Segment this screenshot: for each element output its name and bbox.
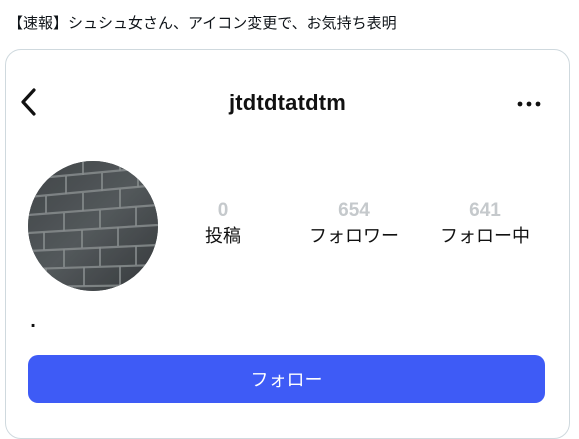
tweet-text: 【速報】シュシュ女さん、アイコン変更で、お気持ち表明 xyxy=(8,14,397,32)
following-count: 641 xyxy=(469,200,501,221)
followers-stat[interactable]: 654 フォロワー xyxy=(289,200,419,251)
follow-button[interactable]: フォロー xyxy=(28,355,545,403)
following-label: フォロー中 xyxy=(440,226,530,247)
posts-stat[interactable]: 0 投稿 xyxy=(158,200,288,251)
followers-label: フォロワー xyxy=(309,226,399,247)
followers-count: 654 xyxy=(338,200,370,221)
following-stat[interactable]: 641 フォロー中 xyxy=(420,200,550,251)
more-horizontal-icon xyxy=(517,101,541,107)
profile-bio: . xyxy=(30,312,37,331)
profile-username: jtdtdtatdtm xyxy=(228,90,347,115)
profile-card: jtdtdtatdtm 0 投稿 654 フォロワー 641 フォロー中 . フ… xyxy=(5,49,570,439)
avatar[interactable] xyxy=(28,161,158,291)
posts-label: 投稿 xyxy=(205,226,241,247)
brick-wall-avatar-image xyxy=(28,161,158,291)
posts-count: 0 xyxy=(217,200,229,221)
more-options-button[interactable] xyxy=(514,92,544,116)
